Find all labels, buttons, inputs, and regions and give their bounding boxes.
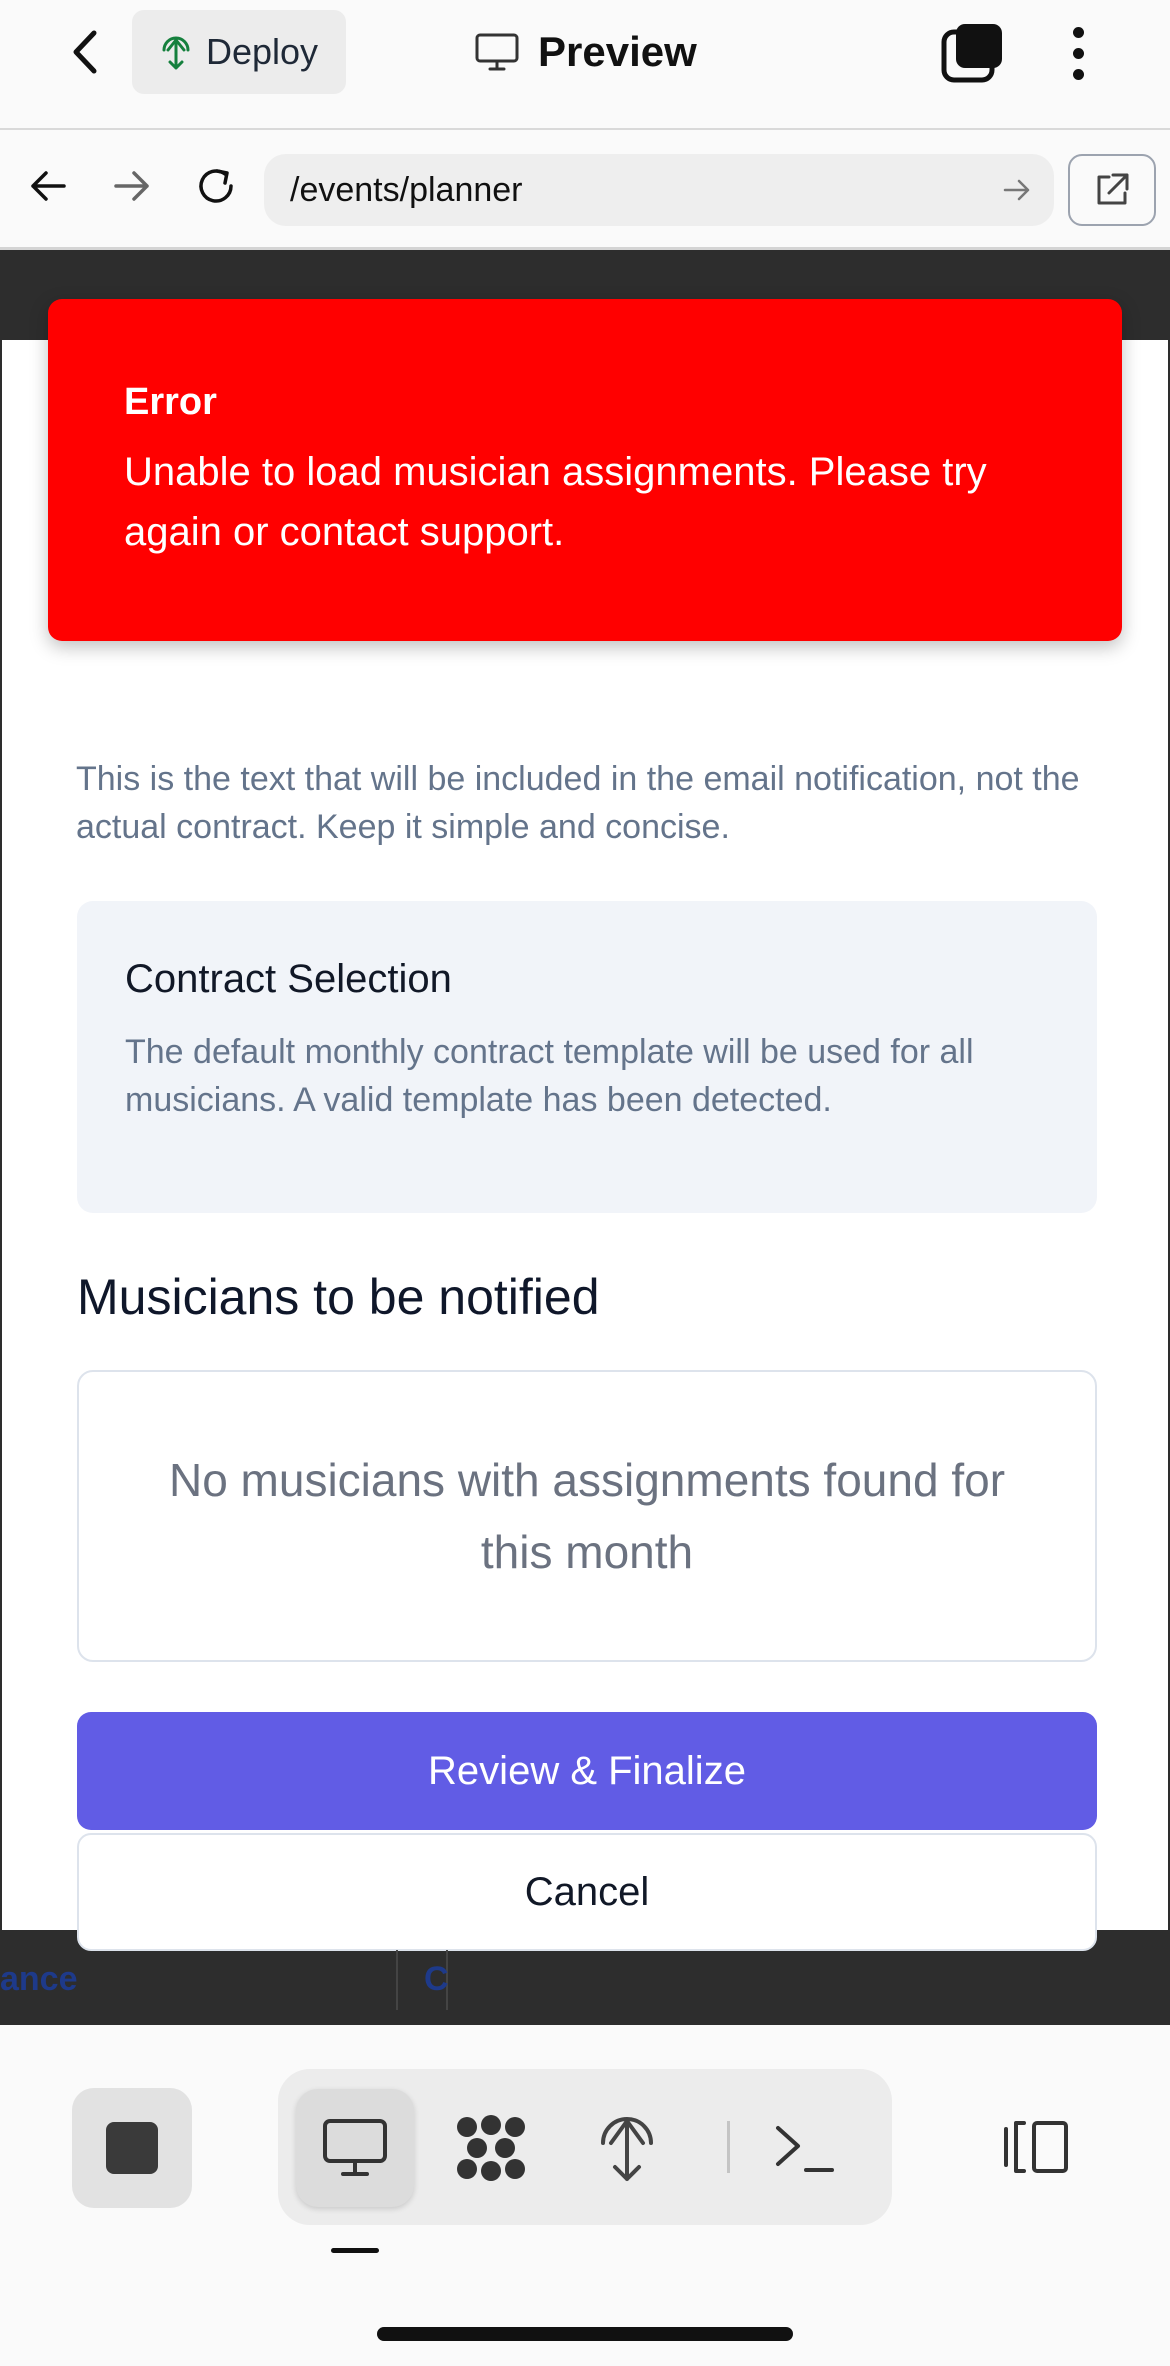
panel-toggle-button[interactable] <box>996 2107 1076 2187</box>
tabs-button[interactable] <box>940 20 1006 86</box>
cancel-button[interactable]: Cancel <box>77 1833 1097 1951</box>
preview-title: Preview <box>474 22 697 82</box>
browser-forward-button[interactable] <box>104 158 160 214</box>
deploy-icon <box>162 36 190 70</box>
preview-label: Preview <box>538 28 697 75</box>
arrow-right-icon <box>114 171 149 201</box>
stop-icon <box>106 2122 158 2174</box>
more-menu-button[interactable] <box>1056 20 1100 86</box>
dot-icon <box>1072 68 1084 80</box>
email-hint-text: This is the text that will be included i… <box>76 760 1080 846</box>
app-header: Deploy Preview <box>0 0 1170 130</box>
reload-icon <box>199 169 233 203</box>
contract-selection-text: The default monthly contract template wi… <box>125 1033 974 1119</box>
contract-selection-title: Contract Selection <box>125 957 452 1001</box>
toast-message: Unable to load musician assignments. Ple… <box>124 450 987 554</box>
chevron-left-icon <box>73 30 97 74</box>
home-indicator <box>377 2327 793 2341</box>
url-input[interactable]: /events/planner <box>264 154 1054 226</box>
deploy-button[interactable]: Deploy <box>132 10 346 94</box>
url-go-button[interactable] <box>1002 170 1032 219</box>
open-external-button[interactable] <box>1068 154 1156 226</box>
deploy-icon <box>601 2117 653 2181</box>
contract-selection-card: Contract Selection The default monthly c… <box>77 901 1097 1213</box>
view-switcher <box>278 2069 892 2225</box>
apps-view-button[interactable] <box>432 2089 550 2207</box>
empty-musicians-state: No musicians with assignments found for … <box>77 1370 1097 1662</box>
bottom-toolbar <box>0 2025 1170 2366</box>
terminal-icon <box>776 2126 834 2172</box>
browser-back-button[interactable] <box>20 158 76 214</box>
reload-button[interactable] <box>188 158 244 214</box>
dot-icon <box>1072 26 1084 38</box>
table-divider <box>396 1950 398 2010</box>
toast-title: Error <box>124 381 217 423</box>
toolbar-separator <box>727 2121 730 2173</box>
error-toast: Error Unable to load musician assignment… <box>48 299 1122 641</box>
monitor-icon <box>475 33 519 71</box>
preview-view-button[interactable] <box>296 2089 414 2207</box>
deploy-label: Deploy <box>206 31 319 72</box>
back-button[interactable] <box>60 22 110 82</box>
table-cell: C <box>424 1960 449 1998</box>
empty-message: No musicians with assignments found for … <box>168 1454 1006 1578</box>
active-tab-indicator <box>331 2248 379 2253</box>
deploy-view-button[interactable] <box>568 2089 686 2207</box>
browser-toolbar: /events/planner <box>0 130 1170 250</box>
external-link-icon <box>1097 173 1129 205</box>
musicians-heading: Musicians to be notified <box>77 1269 600 1325</box>
terminal-view-button[interactable] <box>746 2089 864 2207</box>
arrow-right-icon <box>1003 179 1030 201</box>
tabs-icon <box>941 24 1002 83</box>
panel-toggle-icon <box>1004 2121 1068 2173</box>
background-table-row: ance C <box>0 1950 1170 2025</box>
stop-button[interactable] <box>72 2088 192 2208</box>
review-finalize-button[interactable]: Review & Finalize <box>77 1712 1097 1830</box>
apps-icon <box>457 2115 525 2181</box>
url-text: /events/planner <box>290 170 523 209</box>
dot-icon <box>1072 47 1084 59</box>
table-cell: ance <box>0 1960 78 1998</box>
monitor-icon <box>323 2119 387 2176</box>
arrow-left-icon <box>31 171 66 201</box>
